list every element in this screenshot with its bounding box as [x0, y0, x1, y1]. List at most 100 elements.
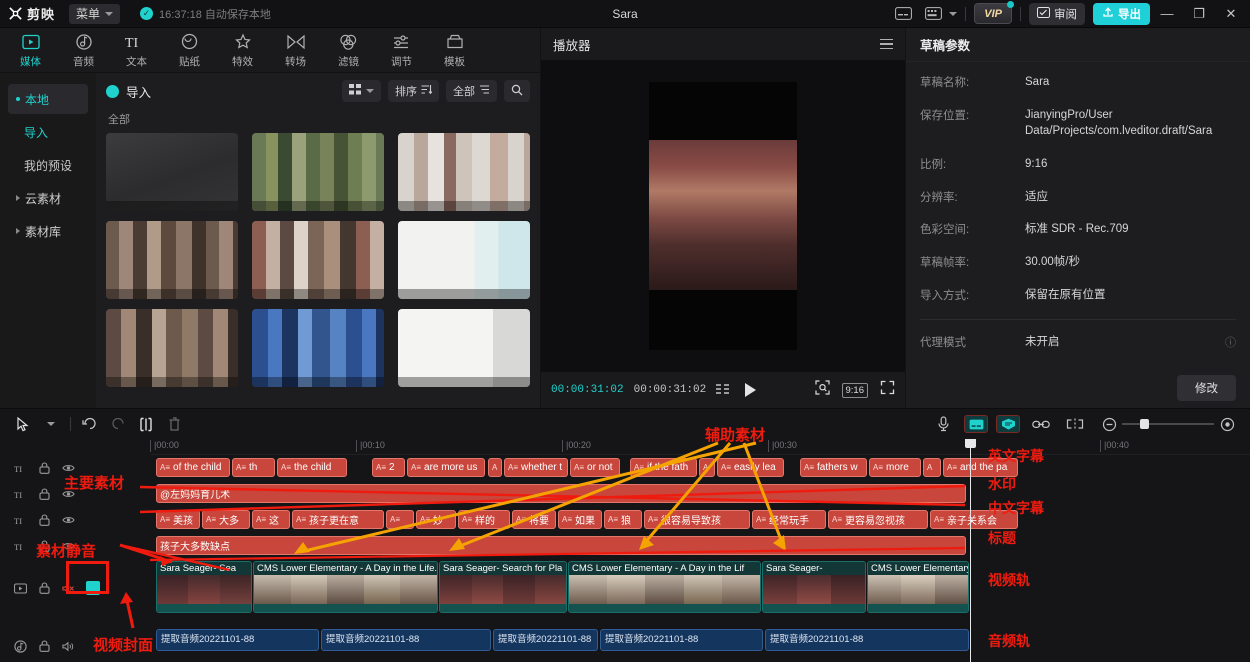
media-thumbnail[interactable]: [106, 309, 238, 387]
subtitle-clip[interactable]: A≡亲子关系会: [930, 510, 1018, 529]
video-clip[interactable]: Sara Seager- Sea: [156, 561, 252, 613]
zoom-out-icon[interactable]: [1096, 413, 1122, 435]
import-button[interactable]: 导入: [106, 82, 151, 101]
sidebar-item-my-presets[interactable]: 我的预设: [8, 150, 88, 180]
sidebar-item-local[interactable]: 本地: [8, 84, 88, 114]
menu-button[interactable]: 菜单: [69, 4, 120, 24]
lock-icon[interactable]: [38, 462, 51, 474]
microphone-icon[interactable]: [930, 413, 956, 435]
zoom-track[interactable]: [1122, 423, 1214, 425]
video-clip[interactable]: Sara Seager-: [762, 561, 866, 613]
subtitle-clip[interactable]: A≡more: [869, 458, 921, 477]
subtitle-clip[interactable]: A≡2: [372, 458, 405, 477]
lock-icon[interactable]: [38, 488, 51, 500]
eye-icon[interactable]: [62, 489, 75, 499]
review-button[interactable]: 审阅: [1029, 3, 1085, 25]
video-preview[interactable]: [649, 82, 797, 350]
subtitle-clip[interactable]: A≡of the child: [156, 458, 230, 477]
tab-audio[interactable]: 音频: [57, 29, 110, 71]
zoom-slider[interactable]: [1096, 413, 1240, 435]
modify-button[interactable]: 修改: [1177, 375, 1236, 401]
keyboard-shortcut-icon[interactable]: [919, 2, 947, 26]
subtitle-clip[interactable]: A≡大多: [202, 510, 250, 529]
media-thumbnail[interactable]: [252, 133, 384, 211]
fit-screen-icon[interactable]: [815, 380, 830, 400]
close-button[interactable]: ✕: [1216, 0, 1246, 28]
subtitle-clip[interactable]: A≡样的: [458, 510, 510, 529]
tab-sticker[interactable]: 贴纸: [163, 29, 216, 71]
lock-icon[interactable]: [38, 514, 51, 526]
subtitle-clip[interactable]: A≡the child: [277, 458, 347, 477]
tab-text[interactable]: TI 文本: [110, 29, 163, 71]
smart-package-icon[interactable]: [996, 415, 1020, 433]
subtitle-clip[interactable]: A≡妙: [416, 510, 456, 529]
split-icon[interactable]: [133, 413, 159, 435]
audio-clip[interactable]: 提取音频20221101-88: [321, 629, 491, 651]
subtitle-clip[interactable]: A≡经常玩手: [752, 510, 826, 529]
subtitle-clip[interactable]: A≡or not: [570, 458, 620, 477]
audio-clip[interactable]: 提取音频20221101-88: [600, 629, 763, 651]
audio-clip[interactable]: 提取音频20221101-88: [156, 629, 319, 651]
subtitle-clip[interactable]: A≡狼: [604, 510, 642, 529]
zoom-in-icon[interactable]: [1214, 413, 1240, 435]
sort-button[interactable]: 排序: [388, 80, 439, 102]
media-thumbnail[interactable]: [398, 221, 530, 299]
eye-icon[interactable]: [62, 541, 75, 551]
vip-button[interactable]: VIP: [974, 3, 1012, 24]
subtitle-clip[interactable]: A≡美孩: [156, 510, 200, 529]
tab-filter[interactable]: 滤镜: [322, 29, 375, 71]
tab-adjust[interactable]: 调节: [375, 29, 428, 71]
media-thumbnail[interactable]: [106, 221, 238, 299]
aspect-ratio-button[interactable]: 9:16: [842, 383, 869, 398]
subtitle-clip[interactable]: A≡将要: [512, 510, 556, 529]
media-thumbnail[interactable]: [398, 133, 530, 211]
media-thumbnail[interactable]: [252, 221, 384, 299]
tab-media[interactable]: 媒体: [4, 29, 57, 71]
subtitle-clip[interactable]: A≡如果: [558, 510, 602, 529]
media-thumbnail[interactable]: [106, 133, 238, 211]
chevron-down-icon[interactable]: [38, 413, 64, 435]
video-clip[interactable]: CMS Lower Elementary - A Day in the Life…: [253, 561, 438, 613]
audio-clip[interactable]: 提取音频20221101-88: [765, 629, 969, 651]
player-menu-icon[interactable]: [880, 39, 893, 50]
subtitle-clip[interactable]: A≡easily lea: [717, 458, 784, 477]
fullscreen-icon[interactable]: [880, 380, 895, 400]
sidebar-item-cloud-assets[interactable]: 云素材: [8, 183, 88, 213]
subtitle-clip[interactable]: A≡很容易导致孩: [644, 510, 750, 529]
media-thumbnail[interactable]: [398, 309, 530, 387]
subtitle-clip[interactable]: A: [488, 458, 502, 477]
title-clip[interactable]: 孩子大多数缺点: [156, 536, 966, 555]
video-clip[interactable]: Sara Seager- Search for Pla: [439, 561, 567, 613]
timeline-ruler[interactable]: |00:00 |00:10 |00:20 |00:30 |00:40: [150, 439, 1250, 455]
eye-icon[interactable]: [62, 515, 75, 525]
mirror-split-icon[interactable]: [1062, 413, 1088, 435]
export-button[interactable]: 导出: [1093, 3, 1150, 25]
timeline-tracks[interactable]: |00:00 |00:10 |00:20 |00:30 |00:40 A≡of …: [150, 439, 1250, 662]
cursor-icon[interactable]: [10, 413, 36, 435]
keyboard-chevron-icon[interactable]: [949, 12, 957, 16]
subtitle-clip[interactable]: A≡更容易忽视孩: [828, 510, 928, 529]
eye-icon[interactable]: [62, 463, 75, 473]
auto-subtitle-icon[interactable]: [964, 415, 988, 433]
subtitle-clip[interactable]: A≡: [386, 510, 414, 529]
tab-transition[interactable]: 转场: [269, 29, 322, 71]
zoom-knob[interactable]: [1140, 419, 1149, 429]
subtitle-clip[interactable]: A: [923, 458, 941, 477]
filter-all-button[interactable]: 全部: [446, 80, 497, 102]
maximize-button[interactable]: ❐: [1184, 0, 1214, 28]
play-icon[interactable]: [745, 383, 756, 397]
sidebar-item-asset-library[interactable]: 素材库: [8, 216, 88, 246]
lock-icon[interactable]: [38, 640, 51, 652]
help-icon[interactable]: ⓘ: [1225, 334, 1236, 350]
volume-icon[interactable]: [62, 641, 75, 652]
video-clip[interactable]: CMS Lower Elementary - A Day in the Lif: [568, 561, 761, 613]
subtitle-clip[interactable]: A≡are more us: [407, 458, 485, 477]
tab-template[interactable]: 模板: [428, 29, 481, 71]
subtitle-clip[interactable]: A≡if the fath: [630, 458, 697, 477]
search-button[interactable]: [504, 80, 530, 102]
tab-effects[interactable]: 特效: [216, 29, 269, 71]
subtitle-clip[interactable]: A≡这: [252, 510, 290, 529]
watermark-clip[interactable]: @左妈妈育儿术: [156, 484, 966, 503]
subtitle-clip[interactable]: A≡th: [232, 458, 275, 477]
subtitle-clip[interactable]: A: [699, 458, 715, 477]
